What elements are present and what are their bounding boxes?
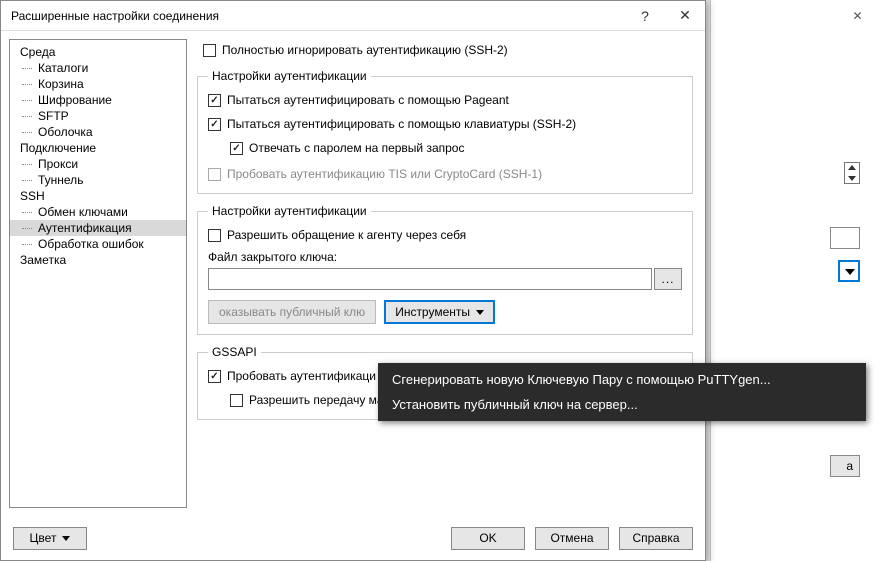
tree-item-label: Аутентификация (38, 221, 132, 235)
advanced-settings-dialog: Расширенные настройки соединения ? ✕ Сре… (0, 0, 706, 561)
tree-item-среда[interactable]: Среда (10, 44, 186, 60)
tree-item-туннель[interactable]: Туннель (10, 172, 186, 188)
menu-generate-keypair[interactable]: Сгенерировать новую Ключевую Пару с помо… (378, 367, 866, 392)
tree-item-шифрование[interactable]: Шифрование (10, 92, 186, 108)
tree-item-ssh[interactable]: SSH (10, 188, 186, 204)
bg-spinner[interactable] (844, 162, 860, 184)
auth-options-group-2: Настройки аутентификации Разрешить обращ… (197, 204, 693, 335)
tree-item-label: Каталоги (38, 61, 88, 75)
keyboard-label: Пытаться аутентифицировать с помощью кла… (227, 117, 576, 131)
tree-item-label: Подключение (20, 141, 96, 155)
help-button[interactable]: ? (625, 1, 665, 31)
titlebar: Расширенные настройки соединения ? ✕ (1, 1, 705, 31)
respond-pw-label: Отвечать с паролем на первый запрос (249, 141, 464, 155)
bg-close-button[interactable]: ✕ (835, 0, 880, 32)
tis-label: Пробовать аутентификацию TIS или CryptoC… (227, 167, 542, 181)
tree-item-оболочка[interactable]: Оболочка (10, 124, 186, 140)
tree-item-прокси[interactable]: Прокси (10, 156, 186, 172)
chevron-down-icon (62, 536, 70, 541)
tree-item-label: Прокси (38, 157, 78, 171)
keyfile-label: Файл закрытого ключа: (208, 250, 682, 264)
bg-text-field[interactable] (830, 227, 860, 249)
tools-label: Инструменты (395, 305, 470, 319)
tree-item-label: Обмен ключами (38, 205, 128, 219)
show-public-key-button: оказывать публичный клю (208, 300, 376, 324)
gssapi-try-checkbox[interactable] (208, 370, 221, 383)
tree-item-label: Туннель (38, 173, 83, 187)
tools-dropdown-menu: Сгенерировать новую Ключевую Пару с помо… (378, 363, 866, 421)
tools-dropdown-button[interactable]: Инструменты (384, 300, 495, 324)
agent-fwd-label: Разрешить обращение к агенту через себя (227, 228, 466, 242)
dialog-title: Расширенные настройки соединения (11, 9, 625, 23)
tree-item-label: Обработка ошибок (38, 237, 144, 251)
show-public-key-label: оказывать публичный клю (219, 305, 365, 319)
tree-item-label: Шифрование (38, 93, 112, 107)
keyfile-input[interactable] (208, 268, 652, 290)
category-tree[interactable]: Среда Каталоги Корзина Шифрование SFTP Оболоч… (9, 39, 187, 508)
help-button-bottom[interactable]: Справка (619, 527, 693, 550)
tree-item-label: SSH (20, 189, 45, 203)
tree-item-каталоги[interactable]: Каталоги (10, 60, 186, 76)
menu-install-public-key[interactable]: Установить публичный ключ на сервер... (378, 392, 866, 417)
auth-group2-title: Настройки аутентификации (208, 204, 371, 218)
auth-options-group-1: Настройки аутентификации Пытаться аутент… (197, 69, 693, 194)
bg-button[interactable]: а (830, 455, 860, 477)
background-window: ✕ а (710, 0, 880, 561)
keyfile-browse-button[interactable]: ... (654, 268, 682, 290)
auth-group1-title: Настройки аутентификации (208, 69, 371, 83)
pageant-label: Пытаться аутентифицировать с помощью Pag… (227, 93, 509, 107)
tree-item-корзина[interactable]: Корзина (10, 76, 186, 92)
agent-fwd-checkbox[interactable] (208, 229, 221, 242)
pageant-checkbox[interactable] (208, 94, 221, 107)
tree-item-sftp[interactable]: SFTP (10, 108, 186, 124)
tis-checkbox (208, 168, 221, 181)
bg-combo[interactable] (838, 260, 860, 282)
tree-item-label: Корзина (38, 77, 84, 91)
tree-item-label: Заметка (20, 253, 66, 267)
tree-item-обработка ошибок[interactable]: Обработка ошибок (10, 236, 186, 252)
ok-button[interactable]: OK (451, 527, 525, 550)
bypass-auth-label: Полностью игнорировать аутентификацию (S… (222, 43, 508, 57)
close-button[interactable]: ✕ (665, 1, 705, 31)
gssapi-deleg-checkbox[interactable] (230, 394, 243, 407)
tree-item-label: Оболочка (38, 125, 93, 139)
bypass-auth-checkbox[interactable] (203, 44, 216, 57)
color-button[interactable]: Цвет (13, 527, 87, 550)
gssapi-title: GSSAPI (208, 345, 261, 359)
tree-item-аутентификация[interactable]: Аутентификация (10, 220, 186, 236)
tree-item-label: SFTP (38, 109, 69, 123)
gssapi-try-label: Пробовать аутентификаци (227, 369, 376, 383)
tree-item-обмен ключами[interactable]: Обмен ключами (10, 204, 186, 220)
tree-item-заметка[interactable]: Заметка (10, 252, 186, 268)
chevron-down-icon (476, 310, 484, 315)
tree-item-label: Среда (20, 45, 55, 59)
cancel-button[interactable]: Отмена (535, 527, 609, 550)
color-label: Цвет (30, 531, 57, 545)
keyboard-checkbox[interactable] (208, 118, 221, 131)
respond-pw-checkbox[interactable] (230, 142, 243, 155)
dialog-button-bar: Цвет OK Отмена Справка (1, 516, 705, 560)
tree-item-подключение[interactable]: Подключение (10, 140, 186, 156)
settings-panel: Полностью игнорировать аутентификацию (S… (193, 39, 697, 508)
